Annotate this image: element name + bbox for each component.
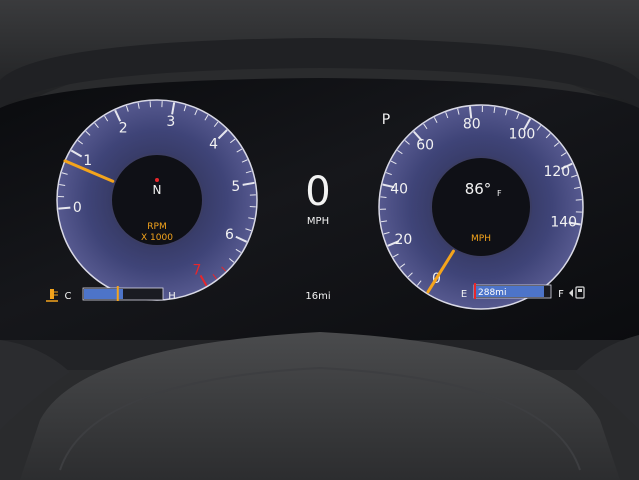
tachometer-label: 1	[83, 153, 92, 169]
speedometer-unit: MPH	[471, 234, 491, 244]
speedometer-label: 120	[543, 164, 570, 180]
dashboard-scene: 0 1 2 3 4 5 6 7 N RPM X 1000 0 20 40 60 80 100 120 140…	[0, 0, 639, 480]
fuel-full-label: F	[558, 289, 564, 300]
tachometer-neutral-indicator: N	[153, 183, 162, 197]
speedometer-label: 140	[550, 215, 577, 231]
speedometer-tick	[380, 196, 387, 198]
tachometer-label: 5	[231, 179, 240, 195]
tachometer: 0 1 2 3 4 5 6 7 N RPM X 1000	[56, 99, 258, 301]
tachometer-label: 0	[73, 200, 82, 216]
fuel-range-readout: 288mi	[478, 288, 506, 298]
speedometer-label: 80	[463, 117, 481, 133]
trip-readout: 16mi	[305, 291, 330, 302]
outside-temperature-unit: F	[497, 189, 502, 198]
speedometer-label: 20	[395, 232, 413, 248]
speedometer-label: 60	[416, 137, 434, 153]
tachometer-label: 2	[119, 120, 128, 136]
digital-speed-unit: MPH	[307, 216, 329, 227]
tachometer-tick	[58, 206, 71, 210]
outside-temperature-value: 86°	[465, 180, 492, 198]
speedometer-label: 100	[509, 127, 536, 143]
tachometer-unit-rpm: RPM	[147, 222, 166, 232]
temp-cold-label: C	[65, 291, 72, 302]
speedometer-label: 40	[390, 181, 408, 197]
tachometer-label: 7	[193, 262, 202, 278]
tachometer-label: 4	[209, 136, 218, 152]
tachometer-label: 3	[166, 114, 175, 130]
speedometer: 020406080100120140 86° F MPH	[378, 104, 584, 310]
temp-hot-label: H	[168, 291, 176, 302]
fuel-low-marker	[474, 283, 476, 299]
tachometer-label: 6	[225, 227, 234, 243]
tachometer-unit-multiplier: X 1000	[141, 233, 173, 243]
digital-speed: 0	[305, 169, 330, 215]
neutral-dot	[155, 178, 159, 182]
fuel-empty-label: E	[461, 289, 467, 300]
gear-indicator: P	[382, 112, 390, 128]
temp-bar-marker	[116, 286, 119, 301]
